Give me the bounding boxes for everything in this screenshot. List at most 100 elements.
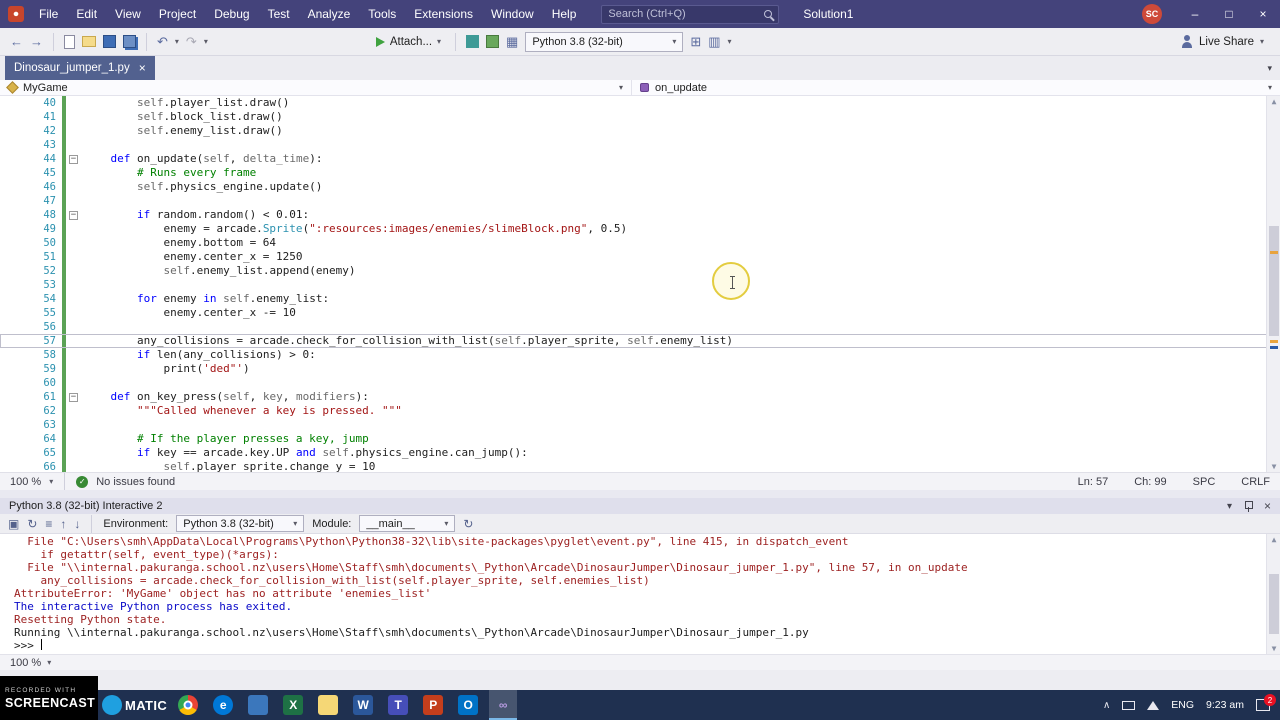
tray-expand-icon[interactable]: ∧: [1103, 700, 1110, 711]
code-editor[interactable]: 40 self.player_list.draw() 41 self.block_…: [0, 96, 1280, 472]
tab-close-icon[interactable]: ×: [139, 62, 146, 74]
save-icon[interactable]: [103, 35, 116, 48]
taskbar-icon-chrome[interactable]: [174, 690, 202, 720]
breakpoint-margin[interactable]: [0, 180, 14, 194]
interactive-console[interactable]: File "C:\Users\smh\AppData\Local\Program…: [0, 534, 1280, 654]
code-line-59[interactable]: 59 print('ded"'): [0, 362, 1280, 376]
preview-icon[interactable]: [486, 35, 500, 48]
volume-icon[interactable]: [1147, 700, 1160, 710]
breakpoint-margin[interactable]: [0, 236, 14, 250]
save-all-icon[interactable]: [123, 35, 136, 48]
breakpoint-margin[interactable]: [0, 222, 14, 236]
scroll-down-icon[interactable]: ▼: [1267, 462, 1280, 471]
interactive-window-header[interactable]: Python 3.8 (32-bit) Interactive 2 ▾ ×: [0, 498, 1280, 514]
taskbar-icon-folder[interactable]: [314, 690, 342, 720]
maximize-button[interactable]: □: [1212, 0, 1246, 28]
menu-analyze[interactable]: Analyze: [299, 0, 360, 28]
minimize-button[interactable]: –: [1178, 0, 1212, 28]
window-splitter[interactable]: [0, 490, 1280, 498]
menu-test[interactable]: Test: [259, 0, 299, 28]
code-line-46[interactable]: 46 self.physics_engine.update(): [0, 180, 1280, 194]
zoom-level[interactable]: 100 %: [10, 476, 41, 488]
grid-icon[interactable]: ▦: [506, 34, 518, 50]
live-share-button[interactable]: Live Share ▾: [1175, 33, 1270, 50]
new-file-icon[interactable]: [64, 34, 75, 49]
code-line-52[interactable]: 52 self.enemy_list.append(enemy): [0, 264, 1280, 278]
code-line-48[interactable]: 48 − if random.random() < 0.01:: [0, 208, 1280, 222]
undo-dropdown-icon[interactable]: ▾: [175, 37, 179, 46]
taskbar-icon-powerpoint[interactable]: P: [419, 690, 447, 720]
breakpoint-margin[interactable]: [0, 194, 14, 208]
collapse-icon[interactable]: −: [69, 392, 78, 402]
menu-tools[interactable]: Tools: [359, 0, 405, 28]
breakpoint-margin[interactable]: [0, 460, 14, 472]
open-documents-dropdown-icon[interactable]: ▾: [1267, 63, 1272, 74]
scrollbar-thumb[interactable]: [1269, 574, 1279, 634]
reset-icon[interactable]: ↻: [27, 517, 37, 531]
code-line-63[interactable]: 63: [0, 418, 1280, 432]
python-version-dropdown[interactable]: Python 3.8 (32-bit) ▾: [525, 31, 684, 52]
columns-icon[interactable]: ▥: [708, 34, 720, 50]
breakpoint-margin[interactable]: [0, 208, 14, 222]
collapse-icon[interactable]: −: [69, 210, 78, 220]
clear-icon[interactable]: ≡: [45, 517, 52, 531]
taskbar-icon-teams[interactable]: T: [384, 690, 412, 720]
code-line-65[interactable]: 65 if key == arcade.key.UP and self.phys…: [0, 446, 1280, 460]
escape-icon[interactable]: ▣: [8, 517, 19, 531]
toolbar-overflow-icon[interactable]: ▾: [728, 37, 732, 46]
code-line-42[interactable]: 42 self.enemy_list.draw(): [0, 124, 1280, 138]
network-icon[interactable]: [1122, 700, 1136, 710]
code-line-56[interactable]: 56: [0, 320, 1280, 334]
breakpoint-margin[interactable]: [0, 390, 14, 404]
refresh-icon[interactable]: ↻: [463, 517, 473, 531]
breakpoint-margin[interactable]: [0, 334, 14, 348]
menu-debug[interactable]: Debug: [205, 0, 258, 28]
taskbar-icon-excel[interactable]: X: [279, 690, 307, 720]
editor-scrollbar[interactable]: ▲ ▼: [1266, 96, 1280, 472]
breakpoint-margin[interactable]: [0, 432, 14, 446]
close-button[interactable]: ×: [1246, 0, 1280, 28]
fold-column[interactable]: −: [66, 152, 81, 166]
tab-dinosaur-jumper[interactable]: Dinosaur_jumper_1.py ×: [5, 56, 155, 80]
history-prev-icon[interactable]: ↑: [60, 517, 66, 531]
code-line-43[interactable]: 43: [0, 138, 1280, 152]
zoom-dropdown-icon[interactable]: ▾: [47, 658, 51, 667]
redo-icon[interactable]: ↷: [186, 34, 197, 50]
taskbar-icon-vscode[interactable]: [244, 690, 272, 720]
breakpoint-margin[interactable]: [0, 110, 14, 124]
code-line-55[interactable]: 55 enemy.center_x -= 10: [0, 306, 1280, 320]
window-position-icon[interactable]: ▾: [1227, 501, 1232, 512]
breakpoint-margin[interactable]: [0, 96, 14, 110]
scroll-up-icon[interactable]: ▲: [1267, 535, 1280, 544]
code-line-54[interactable]: 54 for enemy in self.enemy_list:: [0, 292, 1280, 306]
code-line-58[interactable]: 58 if len(any_collisions) > 0:: [0, 348, 1280, 362]
breakpoint-margin[interactable]: [0, 404, 14, 418]
language-indicator[interactable]: ENG: [1171, 699, 1194, 711]
issues-status[interactable]: No issues found: [96, 476, 175, 488]
breakpoint-margin[interactable]: [0, 292, 14, 306]
breakpoint-margin[interactable]: [0, 418, 14, 432]
search-input[interactable]: Search (Ctrl+Q): [601, 4, 780, 24]
history-next-icon[interactable]: ↓: [74, 517, 80, 531]
method-dropdown[interactable]: on_update ▾: [632, 80, 1280, 95]
code-line-41[interactable]: 41 self.block_list.draw(): [0, 110, 1280, 124]
breakpoint-margin[interactable]: [0, 362, 14, 376]
code-line-50[interactable]: 50 enemy.bottom = 64: [0, 236, 1280, 250]
scrollbar-thumb[interactable]: [1269, 226, 1279, 336]
breakpoint-margin[interactable]: [0, 348, 14, 362]
environment-dropdown[interactable]: Python 3.8 (32-bit) ▾: [176, 515, 305, 532]
console-scrollbar[interactable]: ▲ ▼: [1266, 534, 1280, 654]
fold-column[interactable]: −: [66, 208, 81, 222]
code-line-61[interactable]: 61 − def on_key_press(self, key, modifier…: [0, 390, 1280, 404]
scroll-down-icon[interactable]: ▼: [1267, 644, 1280, 653]
class-dropdown[interactable]: MyGame ▾: [0, 80, 632, 95]
clock[interactable]: 9:23 am: [1206, 699, 1244, 711]
code-line-45[interactable]: 45 # Runs every frame: [0, 166, 1280, 180]
pin-icon[interactable]: [1244, 500, 1253, 512]
taskbar-icon-visual-studio[interactable]: ∞: [489, 690, 518, 720]
menu-help[interactable]: Help: [543, 0, 586, 28]
notification-icon[interactable]: 2: [1256, 694, 1276, 711]
close-pane-icon[interactable]: ×: [1264, 499, 1271, 513]
account-avatar[interactable]: SC: [1142, 4, 1162, 24]
breakpoint-margin[interactable]: [0, 250, 14, 264]
